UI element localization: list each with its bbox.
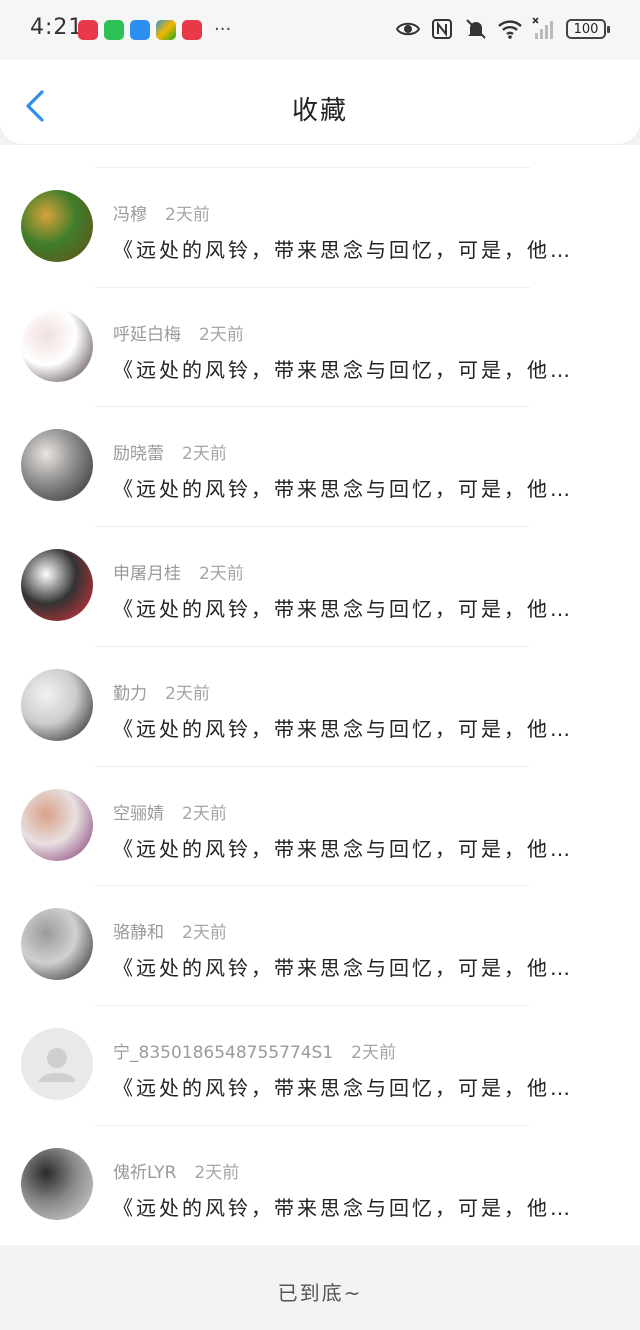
divider	[95, 286, 530, 288]
post-time: 2天前	[199, 564, 244, 585]
author-line: 励晓蕾 2天前	[113, 439, 227, 464]
list-footer: 已到底~	[0, 1245, 640, 1330]
default-user-icon	[39, 1047, 75, 1082]
post-excerpt[interactable]: 《远处的风铃，带来思念与回忆，可是，他…	[113, 354, 613, 383]
divider	[95, 1124, 530, 1126]
list-item[interactable]: 傀祈LYR 2天前《远处的风铃，带来思念与回忆，可是，他…	[0, 1124, 640, 1245]
battery-icon: 100	[566, 19, 610, 39]
avatar[interactable]	[21, 668, 93, 741]
list-item[interactable]: 励晓蕾 2天前《远处的风铃，带来思念与回忆，可是，他…	[0, 406, 640, 526]
avatar[interactable]	[21, 309, 93, 382]
post-excerpt[interactable]: 《远处的风铃，带来思念与回忆，可是，他…	[113, 1192, 613, 1221]
author-line: 冯穆 2天前	[113, 200, 210, 225]
avatar[interactable]	[21, 190, 93, 262]
nfc-icon	[432, 19, 452, 39]
system-icons: 100	[396, 17, 610, 41]
author-name[interactable]: 冯穆	[113, 205, 147, 225]
post-time: 2天前	[182, 444, 227, 465]
status-bar: 4:21 ··· 100	[0, 0, 640, 60]
huawei-app-icon	[78, 20, 98, 40]
author-line: 呼延白梅 2天前	[113, 320, 244, 345]
signal-icon	[532, 17, 553, 39]
eye-icon	[396, 22, 420, 36]
author-name[interactable]: 申屠月桂	[113, 564, 181, 584]
list-item[interactable]: 呼延白梅 2天前《远处的风铃，带来思念与回忆，可是，他…	[0, 286, 640, 407]
media-app-icon	[156, 20, 176, 40]
cloud-app-icon	[130, 20, 150, 40]
author-line: 空骊婧 2天前	[113, 799, 227, 824]
avatar[interactable]	[21, 788, 93, 861]
post-time: 2天前	[351, 1042, 396, 1063]
list-item[interactable]: 骆静和 2天前《远处的风铃，带来思念与回忆，可是，他…	[0, 885, 640, 1005]
list-item[interactable]: 申屠月桂 2天前《远处的风铃，带来思念与回忆，可是，他…	[0, 526, 640, 646]
avatar[interactable]	[21, 1027, 93, 1100]
divider	[95, 1004, 530, 1006]
post-excerpt[interactable]: 《远处的风铃，带来思念与回忆，可是，他…	[113, 234, 613, 263]
nav-header: 收藏	[0, 60, 640, 144]
post-excerpt[interactable]: 《远处的风铃，带来思念与回忆，可是，他…	[113, 713, 613, 742]
author-line: 宁_8350186548755774S1 2天前	[113, 1038, 396, 1063]
post-time: 2天前	[165, 683, 210, 704]
notification-icons: ···	[78, 20, 231, 40]
list-item[interactable]: 勤力 2天前《远处的风铃，带来思念与回忆，可是，他…	[0, 645, 640, 766]
author-name[interactable]: 傀祈LYR	[113, 1163, 176, 1183]
huawei-app-icon-2	[182, 20, 202, 40]
post-time: 2天前	[182, 923, 227, 944]
post-excerpt[interactable]: 《远处的风铃，带来思念与回忆，可是，他…	[113, 473, 613, 502]
author-line: 勤力 2天前	[113, 679, 210, 704]
divider	[95, 526, 530, 528]
author-name[interactable]: 宁_8350186548755774S1	[113, 1043, 333, 1063]
mute-bell-icon	[466, 19, 486, 39]
avatar[interactable]	[21, 908, 93, 981]
author-line: 骆静和 2天前	[113, 918, 227, 943]
divider	[95, 885, 530, 887]
author-name[interactable]: 空骊婧	[113, 804, 164, 824]
author-name[interactable]: 励晓蕾	[113, 444, 164, 464]
avatar[interactable]	[21, 549, 93, 622]
more-notifications-icon: ···	[214, 19, 232, 40]
wechat-icon	[104, 20, 124, 40]
wifi-icon	[498, 20, 522, 39]
page-title: 收藏	[291, 96, 348, 126]
post-excerpt[interactable]: 《远处的风铃，带来思念与回忆，可是，他…	[113, 593, 613, 622]
post-time: 2天前	[182, 803, 227, 824]
author-name[interactable]: 勤力	[113, 684, 147, 704]
post-excerpt[interactable]: 《远处的风铃，带来思念与回忆，可是，他…	[113, 833, 613, 862]
avatar[interactable]	[21, 1147, 93, 1220]
divider	[95, 765, 530, 767]
status-time: 4:21	[30, 15, 84, 40]
divider	[95, 167, 530, 168]
author-line: 申屠月桂 2天前	[113, 559, 244, 584]
list-item[interactable]: 空骊婧 2天前《远处的风铃，带来思念与回忆，可是，他…	[0, 765, 640, 886]
list-item[interactable]: 宁_8350186548755774S1 2天前《远处的风铃，带来思念与回忆，可是…	[0, 1004, 640, 1125]
avatar[interactable]	[21, 429, 93, 502]
author-name[interactable]: 呼延白梅	[113, 325, 181, 345]
end-of-list-text: 已到底~	[277, 1281, 363, 1305]
favorites-list: 冯穆 2天前 《远处的风铃，带来思念与回忆，可是，他… 呼延白梅 2天前 《远处的风铃，带…	[0, 145, 640, 1245]
author-line: 傀祈LYR 2天前	[113, 1158, 239, 1183]
divider	[95, 406, 530, 408]
post-time: 2天前	[165, 205, 210, 225]
post-excerpt[interactable]: 《远处的风铃，带来思念与回忆，可是，他…	[113, 952, 613, 981]
post-time: 2天前	[194, 1162, 240, 1183]
divider	[95, 645, 530, 647]
list-item[interactable]: 冯穆 2天前《远处的风铃，带来思念与回忆，可是，他…	[0, 167, 640, 287]
post-time: 2天前	[199, 324, 244, 345]
post-excerpt[interactable]: 《远处的风铃，带来思念与回忆，可是，他…	[113, 1072, 613, 1101]
author-name[interactable]: 骆静和	[113, 923, 164, 943]
